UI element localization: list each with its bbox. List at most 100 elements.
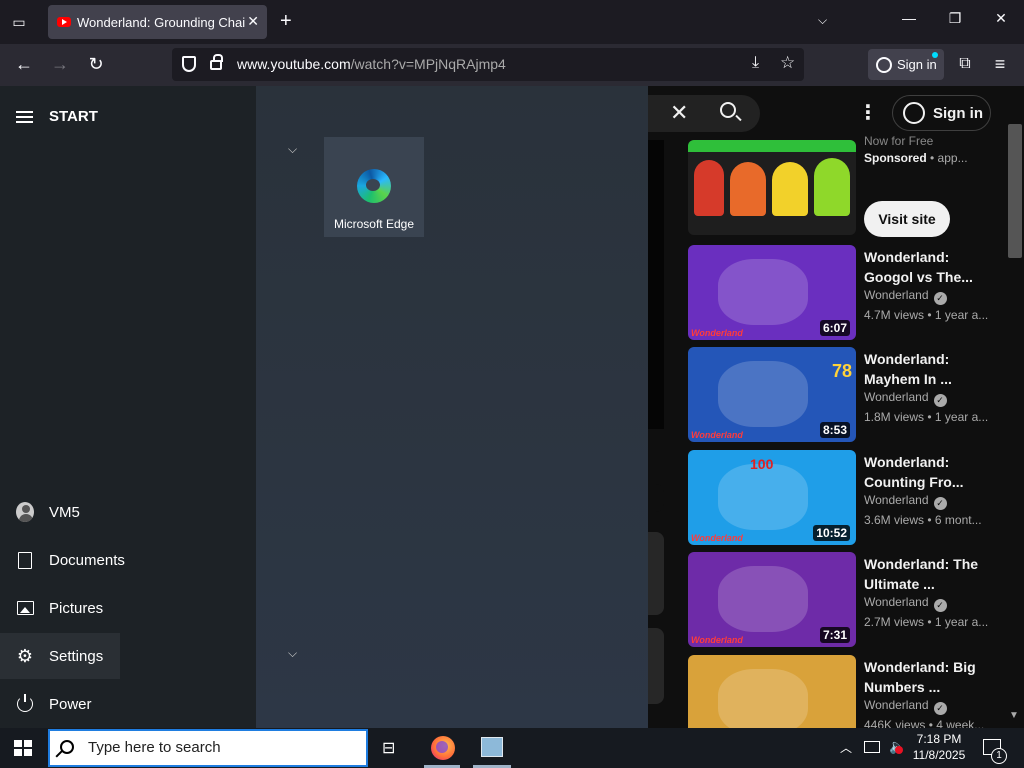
chevron-down-icon[interactable]: ⌵	[818, 13, 827, 28]
recommendation-card[interactable]: WonderlandWonderland: Big Numbers ...Won…	[688, 655, 988, 728]
thumbnail-counter: 78	[831, 361, 852, 381]
ad-thumbnail[interactable]	[688, 140, 856, 235]
thumbnail-counter: 100	[750, 456, 774, 472]
recommendation-card[interactable]: 100 Wonderland 10:52 Wonderland: Counting F…	[688, 450, 988, 546]
document-icon	[18, 551, 32, 569]
youtube-signin-button[interactable]: Sign in	[892, 95, 991, 131]
scrollbar-thumb[interactable]	[1008, 124, 1022, 258]
list-all-tabs-icon[interactable]: ▭	[8, 11, 30, 33]
channel-name[interactable]: Wonderland ✓	[864, 390, 947, 407]
video-player[interactable]	[648, 140, 664, 429]
channel-name[interactable]: Wonderland ✓	[864, 595, 947, 612]
chevron-down-icon[interactable]: ⌵	[288, 142, 297, 157]
taskbar-search-input[interactable]	[88, 739, 358, 756]
channel-name-text: Wonderland	[864, 493, 929, 507]
channel-name[interactable]: Wonderland ✓	[864, 288, 947, 305]
search-icon[interactable]	[720, 102, 736, 118]
video-duration: 7:31	[819, 627, 850, 643]
recommendation-card[interactable]: Wonderland 6:07 Wonderland: Googol vs The.…	[688, 245, 988, 341]
close-window-icon[interactable]: ✕	[989, 10, 1013, 27]
start-header[interactable]: START	[16, 108, 98, 125]
pictures-label: Pictures	[49, 599, 104, 617]
tab-title: Wonderland: Grounding Chain	[77, 14, 245, 30]
ad-headline: Now for Free	[864, 134, 934, 148]
visit-site-button[interactable]: Visit site	[864, 201, 950, 237]
firefox-account-button[interactable]: Sign in	[868, 49, 944, 80]
video-meta: 1.8M views • 1 year a...	[864, 410, 989, 424]
start-item-documents[interactable]: Documents	[0, 537, 256, 583]
start-item-settings[interactable]: ⚙ Settings	[0, 633, 120, 679]
hamburger-menu-icon[interactable]	[16, 110, 33, 123]
pictures-icon	[16, 601, 34, 615]
search-icon	[60, 740, 74, 754]
url-text[interactable]: www.youtube.com/watch?v=MPjNqRAjmp4	[237, 56, 506, 72]
channel-name-text: Wonderland	[864, 698, 929, 712]
video-title[interactable]: Wonderland: The Ultimate ...	[864, 554, 992, 594]
sponsored-label: Sponsored • app...	[864, 151, 968, 165]
scroll-down-arrow-icon[interactable]: ▼	[1009, 710, 1019, 721]
youtube-favicon-icon	[57, 17, 71, 27]
verified-check-icon: ✓	[933, 497, 947, 510]
documents-label: Documents	[49, 551, 125, 569]
tracking-protection-shield-icon[interactable]	[182, 56, 196, 72]
video-thumbnail[interactable]: Wonderland 6:07	[688, 245, 856, 340]
video-title[interactable]: Wonderland: Googol vs The...	[864, 247, 992, 287]
recommendation-card[interactable]: 78 Wonderland 8:53 Wonderland: Mayhem In ..…	[688, 347, 988, 443]
notification-dot	[932, 52, 938, 58]
power-label: Power	[49, 695, 92, 713]
lock-icon[interactable]	[210, 54, 223, 70]
microsoft-edge-tile[interactable]: Microsoft Edge	[324, 137, 424, 237]
video-thumbnail[interactable]: Wonderland 7:31	[688, 552, 856, 647]
start-item-pictures[interactable]: Pictures	[0, 585, 256, 631]
start-title: START	[49, 108, 98, 125]
recommendation-card[interactable]: Wonderland 7:31 Wonderland: The Ultimate .…	[688, 552, 988, 648]
channel-name-text: Wonderland	[864, 288, 929, 302]
video-thumbnail[interactable]: 78 Wonderland 8:53	[688, 347, 856, 442]
video-title[interactable]: Wonderland: Mayhem In ...	[864, 349, 992, 389]
account-icon	[876, 56, 892, 73]
new-tab-plus-icon[interactable]: +	[280, 11, 292, 31]
start-item-user[interactable]: VM5	[0, 489, 256, 535]
start-item-power[interactable]: Power	[0, 681, 256, 727]
thumbnail-brand-label: Wonderland	[691, 533, 743, 543]
url-bar[interactable]: www.youtube.com/watch?v=MPjNqRAjmp4 ⤓ ☆	[172, 48, 804, 81]
bookmark-star-icon[interactable]: ☆	[780, 53, 795, 73]
network-icon[interactable]	[864, 741, 880, 753]
more-options-icon[interactable]: ⋮	[858, 100, 878, 125]
search-box-tail[interactable]	[640, 95, 760, 132]
video-title[interactable]: Wonderland: Big Numbers ...	[864, 657, 992, 697]
user-avatar-icon	[16, 502, 34, 522]
windows-start-icon[interactable]	[14, 740, 32, 756]
channel-name[interactable]: Wonderland ✓	[864, 698, 947, 715]
app-menu-hamburger-icon[interactable]: ≡	[989, 54, 1011, 74]
channel-name-text: Wonderland	[864, 390, 929, 404]
reload-icon[interactable]: ↻	[85, 54, 107, 74]
taskbar-clock[interactable]: 7:18 PM 11/8/2025	[910, 731, 968, 763]
channel-name[interactable]: Wonderland ✓	[864, 493, 947, 510]
taskbar-search-box[interactable]	[48, 729, 368, 767]
save-to-pocket-icon[interactable]: ⤓	[752, 54, 759, 72]
clock-date: 11/8/2025	[912, 748, 966, 762]
edge-logo-icon	[357, 169, 391, 203]
video-thumbnail[interactable]: 100 Wonderland 10:52	[688, 450, 856, 545]
active-tab[interactable]: Wonderland: Grounding Chain ✕	[48, 5, 267, 39]
restore-icon[interactable]: ❐	[943, 10, 967, 27]
thumbnail-art	[718, 566, 808, 632]
chevron-down-icon[interactable]: ⌵	[288, 646, 297, 661]
channel-name-text: Wonderland	[864, 595, 929, 609]
verified-check-icon: ✓	[933, 702, 947, 715]
remote-desktop-icon[interactable]	[481, 737, 503, 757]
task-view-icon[interactable]: ⊟	[382, 738, 395, 758]
clear-search-icon[interactable]: ✕	[670, 100, 688, 126]
back-arrow-icon[interactable]: ←	[13, 54, 35, 74]
thumbnail-brand-label: Wonderland	[691, 328, 743, 338]
volume-muted-icon[interactable]: 🔈	[889, 738, 906, 755]
video-title[interactable]: Wonderland: Counting Fro...	[864, 452, 992, 492]
forward-arrow-icon[interactable]: →	[49, 54, 71, 74]
firefox-icon[interactable]	[431, 736, 455, 760]
show-hidden-icons-chevron-up-icon[interactable]: ︿	[840, 739, 852, 756]
minimize-icon[interactable]: —	[897, 10, 921, 26]
extensions-puzzle-icon[interactable]: ⧉	[954, 54, 976, 74]
video-thumbnail[interactable]: Wonderland	[688, 655, 856, 728]
close-tab-icon[interactable]: ✕	[247, 13, 259, 30]
